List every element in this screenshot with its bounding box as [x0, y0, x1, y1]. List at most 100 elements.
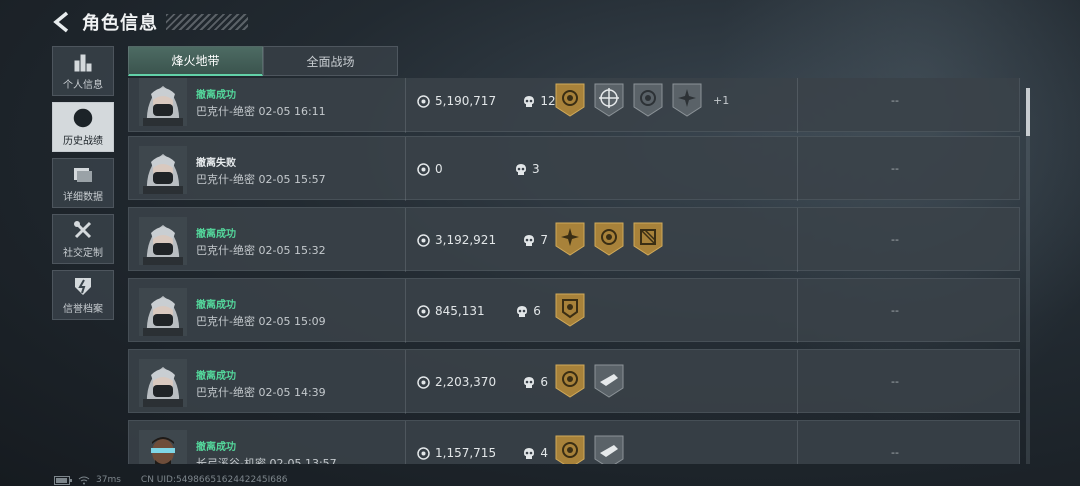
table-row[interactable]: 撤离成功 巴克什-绝密 02-05 15:32 3,192,921 7 -- [128, 207, 1020, 272]
grey-star-badge[interactable] [672, 83, 702, 117]
gold-crest-badge[interactable] [594, 222, 624, 256]
extraction-status: 撤离成功 [196, 371, 236, 382]
avatar [139, 359, 187, 407]
page-header: 角色信息 [52, 8, 248, 36]
loot-value: 1,157,715 [435, 446, 497, 460]
loot-value: 0 [435, 162, 443, 176]
tools-icon [72, 219, 94, 241]
sidebar-item-personal-info[interactable]: 个人信息 [52, 46, 114, 96]
kill-count: 4 [540, 446, 549, 460]
avatar [139, 78, 187, 126]
divider [797, 421, 798, 464]
divider [797, 350, 798, 414]
extra-value: -- [891, 94, 899, 107]
title-decoration [166, 14, 248, 30]
extra-value: -- [891, 233, 899, 246]
match-time: 02-05 16:11 [258, 105, 326, 118]
coin-icon [417, 95, 430, 108]
back-arrow-icon[interactable] [52, 11, 72, 33]
extraction-status: 撤离成功 [196, 442, 236, 453]
extraction-status: 撤离成功 [196, 90, 236, 101]
sidebar: 个人信息 历史战绩 详细数据 社交定制 信誉档案 [52, 46, 114, 326]
map-time: 巴克什-绝密 02-05 14:39 [196, 384, 326, 400]
kill-count: 7 [540, 233, 549, 247]
table-row[interactable]: 撤离成功 巴克什-绝密 02-05 15:09 845,131 6 -- [128, 278, 1020, 343]
badge-list: +1 [555, 83, 729, 117]
tab-warfare[interactable]: 全面战场 [263, 46, 398, 76]
skull-icon [516, 164, 526, 175]
sidebar-item-detail-data[interactable]: 详细数据 [52, 158, 114, 208]
match-history-list[interactable]: 撤离成功 巴克什-绝密 02-05 16:11 5,190,717 12 +1 -- 撤离失… [128, 78, 1032, 464]
extra-value: -- [891, 375, 899, 388]
coin-icon [417, 447, 430, 460]
divider [797, 279, 798, 343]
map-time: 巴克什-绝密 02-05 15:32 [196, 242, 326, 258]
loot-value: 5,190,717 [435, 94, 497, 108]
avatar [139, 146, 187, 194]
badge-list [555, 222, 672, 256]
skull-icon [524, 448, 535, 459]
sidebar-item-label: 信誉档案 [63, 304, 103, 315]
wifi-icon [78, 476, 90, 484]
map-time: 长弓溪谷-机密 02-05 13:57 [196, 455, 337, 464]
coin-icon [417, 234, 430, 247]
kill-count: 12 [540, 94, 556, 108]
skull-icon [524, 377, 535, 388]
grey-target-badge[interactable] [633, 83, 663, 117]
sidebar-item-label: 个人信息 [63, 80, 103, 91]
map-time: 巴克什-绝密 02-05 15:09 [196, 313, 326, 329]
match-time: 02-05 13:57 [269, 457, 337, 464]
skull-icon [524, 96, 535, 107]
table-row[interactable]: 撤离成功 巴克什-绝密 02-05 14:39 2,203,370 6 -- [128, 349, 1020, 414]
ping-text: 37ms [96, 475, 121, 485]
table-row[interactable]: 撤离成功巴克什-绝密 02-05 16:11 5,190,717 12 +1 -- [128, 78, 1020, 133]
gold-star-badge[interactable] [555, 222, 585, 256]
battery-icon [54, 475, 72, 485]
tab-operations[interactable]: 烽火地带 [128, 46, 263, 76]
map-name: 巴克什-绝密 [196, 386, 255, 399]
grey-gun-badge[interactable] [594, 364, 624, 398]
match-time: 02-05 15:57 [258, 173, 326, 186]
history-clock-icon [72, 107, 94, 129]
uid-text: CN UID:5498665162442245I686 [140, 475, 288, 485]
sidebar-item-history[interactable]: 历史战绩 [52, 102, 114, 152]
map-time: 巴克什-绝密 02-05 16:11 [196, 103, 326, 119]
kill-count: 6 [533, 304, 541, 318]
divider [797, 78, 798, 133]
coin-icon [417, 163, 430, 176]
extra-value: -- [891, 162, 899, 175]
skull-icon [517, 306, 528, 317]
loot-value: 2,203,370 [435, 375, 497, 389]
map-name: 长弓溪谷-机密 [196, 457, 266, 464]
loot-value: 3,192,921 [435, 233, 497, 247]
extraction-status: 撤离失败 [196, 158, 236, 169]
scroll-thumb[interactable] [1026, 88, 1030, 136]
table-row[interactable]: 撤离失败 巴克什-绝密 02-05 15:57 0 3 -- [128, 136, 1020, 201]
extra-value: -- [891, 446, 899, 459]
grey-gun-badge[interactable] [594, 435, 624, 464]
mode-tabs: 烽火地带 全面战场 [128, 46, 398, 76]
bar-chart-icon [72, 51, 94, 73]
divider [405, 137, 406, 201]
grey-crosshair-badge[interactable] [594, 83, 624, 117]
gold-crate-badge[interactable] [633, 222, 663, 256]
sidebar-item-credit[interactable]: 信誉档案 [52, 270, 114, 320]
gold-crest-badge[interactable] [555, 364, 585, 398]
extraction-status: 撤离成功 [196, 300, 236, 311]
sidebar-item-social[interactable]: 社交定制 [52, 214, 114, 264]
table-row[interactable]: 撤离成功长弓溪谷-机密 02-05 13:57 1,157,715 4 -- [128, 420, 1020, 464]
match-time: 02-05 15:09 [258, 315, 326, 328]
sidebar-item-label: 社交定制 [63, 248, 103, 259]
skull-icon [524, 235, 535, 246]
gold-banner-badge[interactable] [555, 293, 585, 327]
divider [405, 421, 406, 464]
match-time: 02-05 14:39 [258, 386, 326, 399]
more-badges-count: +1 [713, 93, 730, 107]
gold-crest-badge[interactable] [555, 435, 585, 464]
avatar [139, 217, 187, 265]
map-name: 巴克什-绝密 [196, 244, 255, 257]
scrollbar[interactable] [1026, 88, 1030, 464]
sidebar-item-label: 历史战绩 [63, 136, 103, 147]
divider [797, 208, 798, 272]
gold-crest-badge[interactable] [555, 83, 585, 117]
